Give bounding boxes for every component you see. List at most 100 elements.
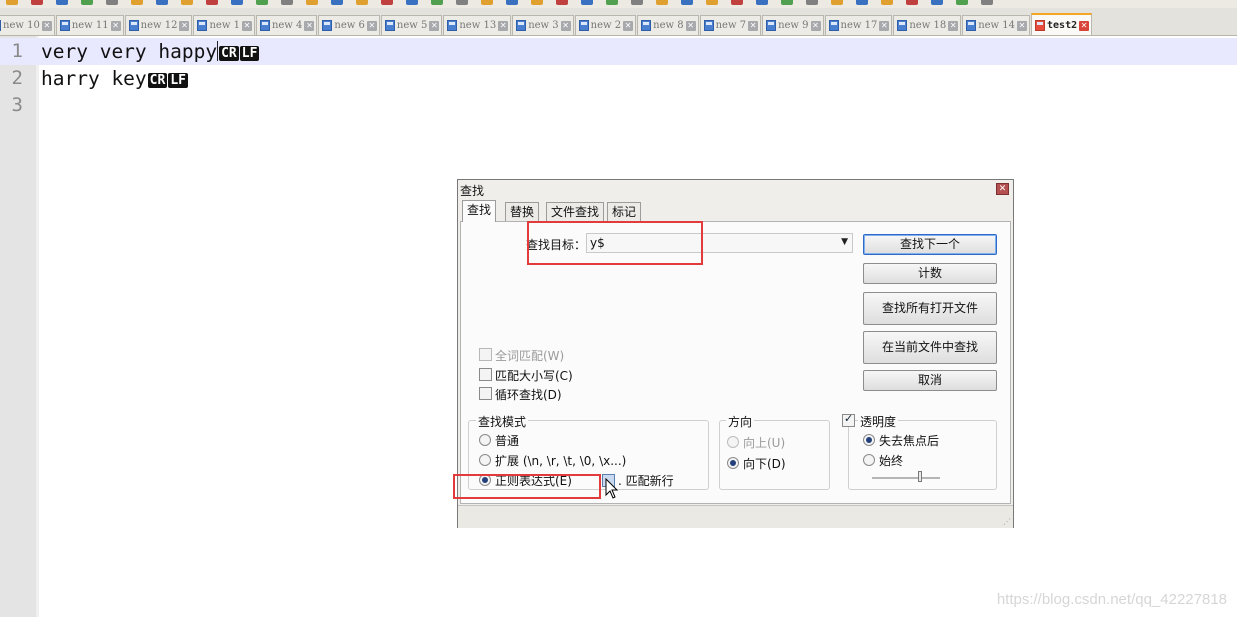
toolbar-button-icon[interactable] xyxy=(306,0,318,5)
tab-new-7[interactable]: new 7 ✕ xyxy=(699,15,762,35)
transparency-always-radio[interactable] xyxy=(863,454,875,466)
close-icon[interactable]: ✕ xyxy=(623,20,634,31)
toolbar-button-icon[interactable] xyxy=(106,0,118,5)
toolbar-button-icon[interactable] xyxy=(381,0,393,5)
find-in-current-file-button[interactable]: 在当前文件中查找 xyxy=(863,331,997,364)
toolbar-button-icon[interactable] xyxy=(31,0,43,5)
close-icon[interactable]: ✕ xyxy=(304,20,315,31)
toolbar-button-icon[interactable] xyxy=(731,0,743,5)
close-icon[interactable]: ✕ xyxy=(748,20,759,31)
tab-new-11[interactable]: new 11 ✕ xyxy=(55,15,124,35)
toolbar-button-icon[interactable] xyxy=(981,0,993,5)
transparency-slider-track[interactable] xyxy=(872,477,940,479)
close-icon[interactable]: ✕ xyxy=(879,20,890,31)
toolbar-button-icon[interactable] xyxy=(581,0,593,5)
toolbar-button-icon[interactable] xyxy=(356,0,368,5)
tab-mark[interactable]: 标记 xyxy=(607,202,642,221)
toolbar-button-icon[interactable] xyxy=(681,0,693,5)
toolbar-button-icon[interactable] xyxy=(831,0,843,5)
close-icon[interactable]: ✕ xyxy=(41,20,52,31)
find-next-button[interactable]: 查找下一个 xyxy=(863,234,997,255)
close-icon[interactable]: ✕ xyxy=(179,20,190,31)
toolbar-button-icon[interactable] xyxy=(281,0,293,5)
toolbar-button-icon[interactable] xyxy=(781,0,793,5)
toolbar-button-icon[interactable] xyxy=(131,0,143,5)
toolbar-button-icon[interactable] xyxy=(506,0,518,5)
toolbar-button-icon[interactable] xyxy=(6,0,18,5)
tab-new-10[interactable]: new 10 ✕ xyxy=(0,15,55,35)
tab-new-12[interactable]: new 12 ✕ xyxy=(124,15,193,35)
toolbar-button-icon[interactable] xyxy=(156,0,168,5)
close-icon[interactable]: ✕ xyxy=(560,20,571,31)
tab-replace[interactable]: 替换 xyxy=(505,202,540,221)
close-icon[interactable]: ✕ xyxy=(1017,20,1028,31)
close-icon[interactable]: ✕ xyxy=(810,20,821,31)
toolbar-button-icon[interactable] xyxy=(256,0,268,5)
whole-word-checkbox[interactable] xyxy=(479,348,492,361)
toolbar-button-icon[interactable] xyxy=(406,0,418,5)
toolbar-button-icon[interactable] xyxy=(531,0,543,5)
toolbar-button-icon[interactable] xyxy=(956,0,968,5)
toolbar-button-icon[interactable] xyxy=(456,0,468,5)
tab-new-13[interactable]: new 13 ✕ xyxy=(443,15,512,35)
tab-new-14[interactable]: new 14 ✕ xyxy=(962,15,1031,35)
toolbar-button-icon[interactable] xyxy=(606,0,618,5)
tab-find[interactable]: 查找 xyxy=(462,200,497,222)
toolbar-button-icon[interactable] xyxy=(331,0,343,5)
tab-new-6[interactable]: new 6 ✕ xyxy=(318,15,380,35)
transparency-slider-thumb[interactable] xyxy=(917,471,922,482)
close-icon[interactable]: ✕ xyxy=(498,20,509,31)
match-case-checkbox[interactable] xyxy=(479,368,492,381)
tab-new-8[interactable]: new 8 ✕ xyxy=(637,15,699,35)
find-all-open-files-button[interactable]: 查找所有打开文件 xyxy=(863,292,997,325)
close-icon[interactable]: ✕ xyxy=(948,20,959,31)
tab-new-17[interactable]: new 17 ✕ xyxy=(824,15,893,35)
tab-new-3[interactable]: new 3 ✕ xyxy=(512,15,574,35)
toolbar-button-icon[interactable] xyxy=(706,0,718,5)
toolbar-button-icon[interactable] xyxy=(931,0,943,5)
toolbar-button-icon[interactable] xyxy=(856,0,868,5)
resize-grip-icon[interactable]: ⋰ xyxy=(1003,517,1011,526)
toolbar-button-icon[interactable] xyxy=(431,0,443,5)
chevron-down-icon[interactable]: ▼ xyxy=(841,237,848,247)
editor-line[interactable]: 1 very very happy CR LF xyxy=(0,38,1237,65)
editor-line[interactable]: 2 harry key CR LF xyxy=(0,65,1237,92)
mode-extended-radio[interactable] xyxy=(479,454,491,466)
mode-normal-radio[interactable] xyxy=(479,434,491,446)
toolbar-button-icon[interactable] xyxy=(881,0,893,5)
close-icon[interactable]: ✕ xyxy=(996,183,1009,195)
close-icon[interactable]: ✕ xyxy=(1079,20,1090,31)
toolbar-button-icon[interactable] xyxy=(181,0,193,5)
tab-test2[interactable]: test2 ✕ xyxy=(1031,13,1093,35)
wrap-around-checkbox[interactable] xyxy=(479,387,492,400)
tab-new-4[interactable]: new 4 ✕ xyxy=(255,15,318,35)
toolbar-button-icon[interactable] xyxy=(556,0,568,5)
transparency-lose-focus-radio[interactable] xyxy=(863,434,875,446)
toolbar-button-icon[interactable] xyxy=(56,0,68,5)
tab-new-2[interactable]: new 2 ✕ xyxy=(574,15,637,35)
tab-new-1[interactable]: new 1 ✕ xyxy=(193,15,255,35)
close-icon[interactable]: ✕ xyxy=(429,20,440,31)
close-icon[interactable]: ✕ xyxy=(241,20,252,31)
toolbar-button-icon[interactable] xyxy=(481,0,493,5)
close-icon[interactable]: ✕ xyxy=(110,20,121,31)
tab-new-9[interactable]: new 9 ✕ xyxy=(762,15,824,35)
toolbar-button-icon[interactable] xyxy=(906,0,918,5)
dialog-titlebar[interactable]: 查找 ✕ xyxy=(458,180,1013,199)
toolbar-button-icon[interactable] xyxy=(206,0,218,5)
close-icon[interactable]: ✕ xyxy=(685,20,696,31)
toolbar-button-icon[interactable] xyxy=(631,0,643,5)
toolbar-button-icon[interactable] xyxy=(756,0,768,5)
tab-new-5[interactable]: new 5 ✕ xyxy=(380,15,443,35)
direction-down-radio[interactable] xyxy=(727,457,739,469)
editor-line[interactable]: 3 xyxy=(0,92,1237,119)
direction-up-radio[interactable] xyxy=(727,436,739,448)
line-text[interactable]: harry key CR LF xyxy=(41,65,188,92)
close-icon[interactable]: ✕ xyxy=(366,20,377,31)
toolbar-button-icon[interactable] xyxy=(806,0,818,5)
transparency-checkbox[interactable] xyxy=(842,412,855,427)
toolbar-button-icon[interactable] xyxy=(656,0,668,5)
tab-new-18[interactable]: new 18 ✕ xyxy=(893,15,962,35)
count-button[interactable]: 计数 xyxy=(863,263,997,284)
line-text[interactable]: very very happy CR LF xyxy=(41,38,260,65)
